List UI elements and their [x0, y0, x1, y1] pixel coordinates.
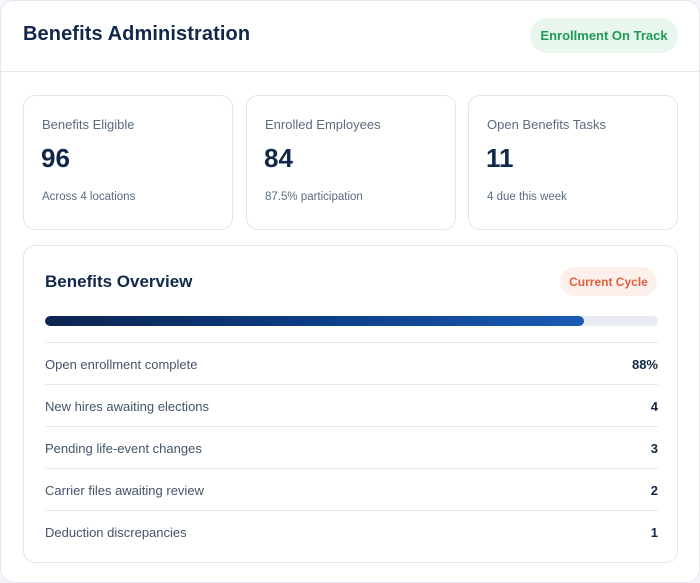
list-item-label: New hires awaiting elections	[45, 399, 210, 414]
list-item-value: 3	[650, 441, 658, 456]
stat-value: 84	[264, 143, 293, 173]
list-item-value: 1	[650, 525, 658, 540]
enrollment-progress-fill	[45, 316, 585, 326]
stat-card-enrolled: Enrolled Employees 84 87.5% participatio…	[246, 95, 456, 230]
list-item: Open enrollment complete 88%	[45, 342, 658, 384]
stat-value: 96	[41, 143, 70, 173]
page-title: Benefits Administration	[23, 23, 251, 45]
stat-card-tasks: Open Benefits Tasks 11 4 due this week	[468, 95, 678, 230]
overview-title: Benefits Overview	[45, 272, 193, 291]
stat-card-eligible: Benefits Eligible 96 Across 4 locations	[23, 95, 233, 230]
enrollment-status-badge: Enrollment On Track	[530, 18, 678, 53]
list-item: Deduction discrepancies 1	[45, 510, 658, 552]
list-item-label: Pending life-event changes	[45, 441, 202, 456]
list-item-value: 2	[650, 483, 658, 498]
benefits-overview-panel: Benefits Overview Current Cycle Open enr…	[23, 245, 678, 563]
card-header: Benefits Administration Enrollment On Tr…	[1, 1, 699, 72]
stat-note: 4 due this week	[487, 191, 567, 203]
benefits-card: Benefits Administration Enrollment On Tr…	[0, 0, 700, 583]
stat-note: 87.5% participation	[265, 191, 363, 203]
stat-label: Enrolled Employees	[265, 117, 381, 132]
enrollment-progress-bar	[45, 316, 658, 326]
stat-note: Across 4 locations	[42, 191, 136, 203]
list-item-label: Carrier files awaiting review	[45, 483, 204, 498]
list-item: New hires awaiting elections 4	[45, 384, 658, 426]
stat-label: Benefits Eligible	[42, 117, 135, 132]
list-item-value: 88%	[631, 357, 658, 372]
list-item: Carrier files awaiting review 2	[45, 468, 658, 510]
overview-list: Open enrollment complete 88% New hires a…	[45, 342, 658, 552]
list-item-value: 4	[650, 399, 658, 414]
stat-label: Open Benefits Tasks	[487, 117, 606, 132]
list-item: Pending life-event changes 3	[45, 426, 658, 468]
current-cycle-badge: Current Cycle	[560, 267, 657, 296]
list-item-label: Open enrollment complete	[45, 357, 198, 372]
list-item-label: Deduction discrepancies	[45, 525, 187, 540]
stat-value: 11	[486, 143, 514, 173]
